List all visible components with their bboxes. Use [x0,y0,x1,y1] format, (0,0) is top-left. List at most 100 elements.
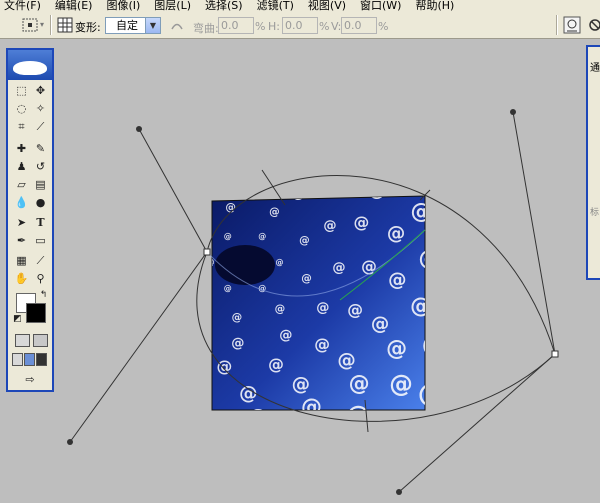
image-glyph: @ [198,180,211,195]
image-glyph: @ [469,292,495,322]
image-glyph: @ [248,406,269,430]
image-glyph: @ [29,125,55,155]
image-glyph: @ [134,148,152,169]
image-glyph: @ [186,376,204,397]
image-glyph: @ [316,300,329,315]
image-glyph: @ [85,275,103,296]
image-glyph: @ [100,137,121,161]
control-point[interactable] [136,126,142,132]
image-glyph: @ [350,121,371,145]
image-glyph: @ [354,212,370,231]
image-glyph: @ [0,265,16,295]
image-glyph: @ [153,290,166,305]
image-glyph: @ [0,359,23,393]
image-glyph: @ [219,30,245,60]
image-glyph: @ [386,337,407,361]
image-glyph: @ [224,232,232,241]
image-glyph: @ [68,315,89,339]
image-glyph: @ [258,232,266,241]
image-glyph: @ [447,237,471,265]
image-glyph: @ [326,174,342,193]
image-glyph: @ [389,370,413,398]
image-glyph: @ [314,335,330,354]
image-glyph: @ [390,44,419,78]
image-glyph: @ [99,354,120,378]
image-glyph: @ [301,273,312,285]
image-glyph: @ [19,249,43,277]
image-glyph: @ [193,402,214,426]
image-glyph: @ [273,451,299,481]
image-glyph: @ [193,294,204,306]
image-glyph: @ [233,476,262,503]
image-glyph: @ [418,379,444,409]
image-glyph: @ [216,454,242,484]
anchor-point-right[interactable] [551,350,559,358]
image-glyph: @ [45,155,69,183]
image-glyph: @ [26,80,55,114]
image-glyph: @ [334,79,358,107]
image-glyph: @ [118,221,134,240]
image-glyph: @ [163,39,189,69]
image-glyph: @ [285,5,314,39]
image-glyph: @ [141,181,157,200]
image-glyph: @ [442,285,466,313]
image-glyph: @ [224,284,232,293]
image-glyph: @ [285,122,303,143]
image-glyph: @ [144,248,157,263]
image-glyph: @ [368,180,386,201]
image-glyph: @ [232,142,248,161]
image-glyph: @ [171,6,200,40]
image-glyph: @ [132,308,148,327]
image-glyph: @ [52,269,73,293]
image-glyph: @ [132,407,156,435]
image-glyph: @ [379,107,403,135]
image-glyph: @ [117,21,146,55]
image-glyph: @ [503,261,532,295]
image-glyph: @ [290,470,319,503]
image-glyph: @ [332,260,345,275]
image-glyph: @ [347,300,363,319]
bezier-handle-left [69,128,208,443]
image-glyph: @ [2,313,28,343]
image-glyph: @ [121,456,150,490]
image-glyph: @ [415,145,439,173]
control-point[interactable] [510,109,516,115]
anchor-point-left[interactable] [203,248,211,256]
image-glyph: @ [420,107,446,137]
control-point[interactable] [67,439,73,445]
image-glyph: @ [469,194,495,224]
image-glyph: @ [161,445,187,475]
image-glyph: @ [323,219,336,234]
image-glyph: @ [467,117,496,151]
image-glyph: @ [388,269,406,290]
image-vortex-center [215,245,275,285]
control-point[interactable] [396,489,402,495]
image-glyph: @ [302,97,323,121]
image-glyph: @ [207,258,215,267]
image-glyph: @ [349,372,370,396]
image-glyph: @ [228,0,257,34]
image-glyph: @ [180,124,198,145]
image-glyph: @ [194,90,215,114]
image-glyph: @ [295,421,319,449]
image-glyph: @ [111,58,137,88]
image-glyph: @ [503,211,532,245]
image-glyph: @ [101,185,119,206]
image-glyph: @ [66,87,92,117]
image-glyph: @ [64,395,90,425]
image-glyph: @ [104,319,122,340]
image-glyph: @ [175,259,186,271]
image-glyph: @ [226,57,250,85]
image-glyph: @ [161,208,174,223]
image-glyph: @ [28,358,54,388]
image-glyph: @ [217,357,233,376]
document-canvas[interactable]: @ @ @ @ @ @ @ @ @ @ @ @ @ @ @ @ @ @ @ @ @ @ @ @ @ @ @ @ @ @ @ @ @ @ @ @ @ @ @ @… [0,0,600,503]
image-glyph: @ [340,20,369,54]
image-glyph: @ [168,340,184,359]
image-glyph: @ [171,65,195,93]
image-glyph: @ [185,322,198,337]
image-glyph: @ [450,148,476,178]
image-glyph: @ [387,223,405,244]
image-glyph: @ [68,47,97,81]
image-glyph: @ [476,243,502,273]
